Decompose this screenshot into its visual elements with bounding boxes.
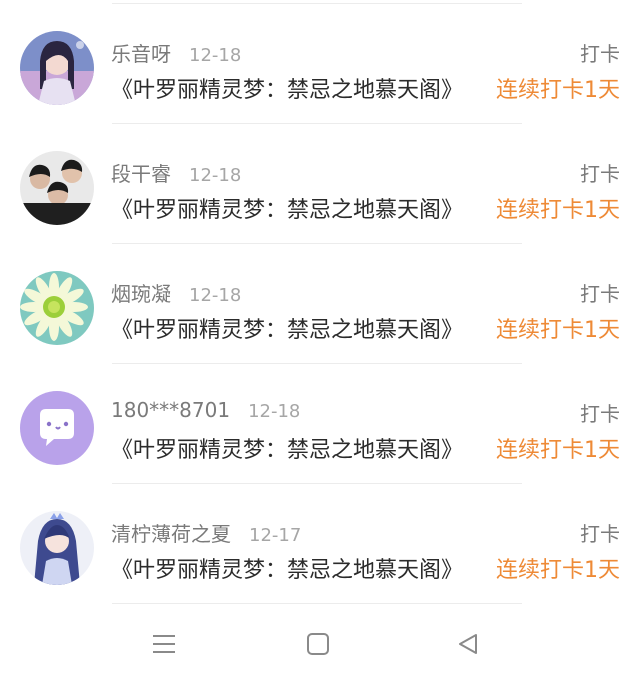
user-meta: 烟琬凝 12-18 (111, 278, 242, 307)
book-title[interactable]: 《叶罗丽精灵梦：禁忌之地慕天阁》 (111, 552, 493, 584)
post-date: 12-17 (249, 525, 302, 546)
user-meta: 180***8701 12-18 (111, 398, 300, 424)
user-meta: 段干睿 12-18 (111, 158, 242, 187)
streak-badge: 连续打卡1天 (496, 78, 620, 103)
back-triangle-icon[interactable] (448, 626, 488, 662)
user-name[interactable]: 乐音呀 (111, 38, 171, 67)
menu-icon[interactable] (144, 626, 184, 662)
user-meta: 乐音呀 12-18 (111, 38, 242, 67)
group-photo-avatar[interactable] (20, 151, 94, 225)
streak-badge: 连续打卡1天 (496, 438, 620, 463)
streak-badge: 连续打卡1天 (496, 198, 620, 223)
book-title[interactable]: 《叶罗丽精灵梦：禁忌之地慕天阁》 (111, 192, 493, 224)
anime-blue-hair-avatar[interactable] (20, 511, 94, 585)
streak-badge: 连续打卡1天 (496, 318, 620, 343)
list-item[interactable]: 清柠薄荷之夏 12-17 打卡 《叶罗丽精灵梦：禁忌之地慕天阁》 连续打卡1天 (0, 484, 640, 603)
chat-bubble-avatar[interactable] (20, 391, 94, 465)
post-date: 12-18 (189, 285, 242, 306)
list-item[interactable]: 乐音呀 12-18 打卡 《叶罗丽精灵梦：禁忌之地慕天阁》 连续打卡1天 (0, 4, 640, 123)
post-date: 12-18 (189, 165, 242, 186)
flower-avatar[interactable] (20, 271, 94, 345)
list-item[interactable]: 烟琬凝 12-18 打卡 《叶罗丽精灵梦：禁忌之地慕天阁》 连续打卡1天 (0, 244, 640, 363)
checkin-label: 打卡 (580, 402, 620, 426)
post-date: 12-18 (189, 45, 242, 66)
checkin-label: 打卡 (580, 42, 620, 66)
list-item[interactable]: 180***8701 12-18 打卡 《叶罗丽精灵梦：禁忌之地慕天阁》 连续打… (0, 364, 640, 483)
streak-badge: 连续打卡1天 (496, 558, 620, 583)
anime-girl-avatar[interactable] (20, 31, 94, 105)
book-title[interactable]: 《叶罗丽精灵梦：禁忌之地慕天阁》 (111, 72, 493, 104)
home-square-icon[interactable] (298, 626, 338, 662)
book-title[interactable]: 《叶罗丽精灵梦：禁忌之地慕天阁》 (111, 432, 493, 464)
system-nav-bar (0, 604, 640, 680)
user-name[interactable]: 段干睿 (111, 158, 171, 187)
checkin-label: 打卡 (580, 522, 620, 546)
book-title[interactable]: 《叶罗丽精灵梦：禁忌之地慕天阁》 (111, 312, 493, 344)
post-date: 12-18 (248, 401, 301, 422)
list-item[interactable]: 段干睿 12-18 打卡 《叶罗丽精灵梦：禁忌之地慕天阁》 连续打卡1天 (0, 124, 640, 243)
user-name[interactable]: 清柠薄荷之夏 (111, 518, 231, 547)
checkin-label: 打卡 (580, 162, 620, 186)
user-name[interactable]: 烟琬凝 (111, 278, 171, 307)
user-meta: 清柠薄荷之夏 12-17 (111, 518, 302, 547)
user-name[interactable]: 180***8701 (111, 398, 230, 422)
checkin-label: 打卡 (580, 282, 620, 306)
